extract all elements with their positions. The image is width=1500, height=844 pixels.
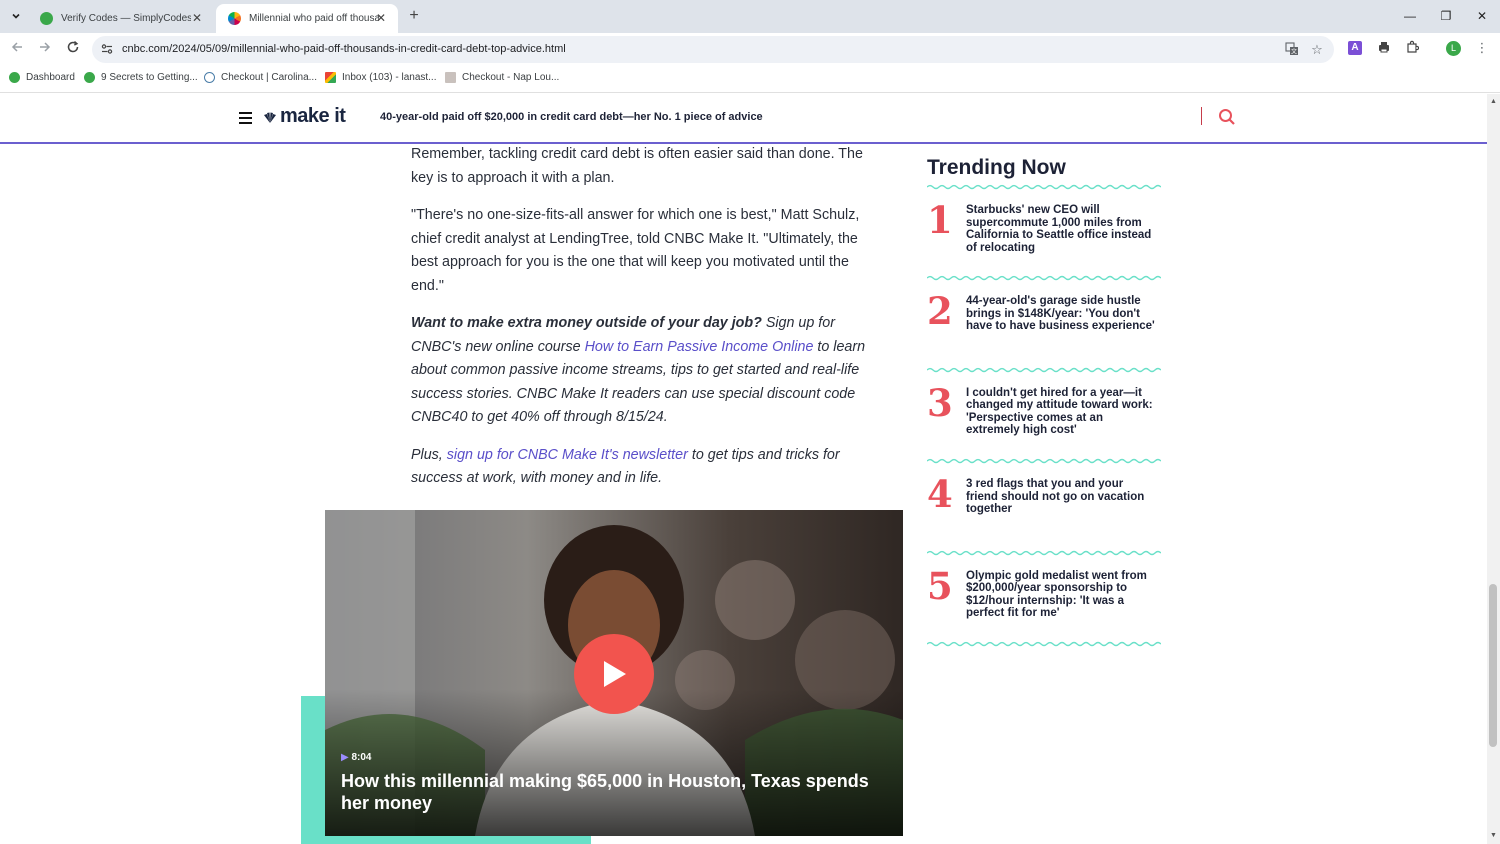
bookmark-checkout-nap[interactable]: Checkout - Nap Lou... xyxy=(445,72,559,83)
back-button[interactable] xyxy=(8,40,26,58)
tab-simplycodes[interactable]: Verify Codes — SimplyCodes ✕ xyxy=(28,4,214,33)
trending-item[interactable]: 3 I couldn't get hired for a year—it cha… xyxy=(927,373,1161,458)
simplycodes-favicon-icon xyxy=(84,72,95,83)
trending-heading: Trending Now xyxy=(927,156,1066,179)
scroll-up-arrow-icon[interactable]: ▲ xyxy=(1489,97,1498,106)
forward-button[interactable] xyxy=(36,40,54,58)
chevron-down-icon xyxy=(12,13,20,19)
extension-a-icon[interactable]: A xyxy=(1348,41,1362,55)
bookmark-checkout-carolina[interactable]: Checkout | Carolina... xyxy=(204,72,317,83)
bookmark-label: Checkout | Carolina... xyxy=(221,72,317,83)
svg-text:文: 文 xyxy=(1291,48,1297,56)
reload-icon xyxy=(67,40,79,53)
reload-button[interactable] xyxy=(64,40,82,58)
trending-headline-link[interactable]: 3 red flags that you and your friend sho… xyxy=(966,478,1158,516)
site-header: make it 40-year-old paid off $20,000 in … xyxy=(0,94,1487,144)
bookmark-label: Dashboard xyxy=(26,72,75,83)
browser-toolbar: cnbc.com/2024/05/09/millennial-who-paid-… xyxy=(0,33,1500,65)
nbc-peacock-icon xyxy=(264,112,276,123)
gmail-icon xyxy=(325,72,336,83)
close-window-button[interactable]: ✕ xyxy=(1473,8,1491,24)
address-bar[interactable]: cnbc.com/2024/05/09/millennial-who-paid-… xyxy=(92,36,1334,63)
video-duration: ▶ 8:04 xyxy=(341,752,371,763)
simplycodes-favicon-icon xyxy=(9,72,20,83)
video-player[interactable]: ▶ 8:04 How this millennial making $65,00… xyxy=(325,510,903,836)
tab-cnbc-article[interactable]: Millennial who paid off thousa ✕ xyxy=(216,4,398,33)
close-icon[interactable]: ✕ xyxy=(190,11,204,25)
promo-bold-text: Want to make extra money outside of your… xyxy=(411,315,762,331)
bookmark-label: 9 Secrets to Getting... xyxy=(101,72,198,83)
article-body: Remember, tackling credit card debt is o… xyxy=(411,143,881,505)
trending-number: 3 xyxy=(927,380,953,425)
bookmark-label: Inbox (103) - lanast... xyxy=(342,72,437,83)
cnbc-make-it-logo[interactable]: make it xyxy=(262,105,346,128)
trending-item[interactable]: 4 3 red flags that you and your friend s… xyxy=(927,464,1161,549)
newsletter-paragraph: Plus, sign up for CNBC Make It's newslet… xyxy=(411,444,881,491)
trending-headline-link[interactable]: I couldn't get hired for a year—it chang… xyxy=(966,387,1158,437)
hamburger-menu-icon[interactable] xyxy=(239,112,252,124)
tab-title: Millennial who paid off thousa xyxy=(249,13,379,24)
video-title[interactable]: How this millennial making $65,000 in Ho… xyxy=(341,770,891,814)
header-divider xyxy=(1201,107,1202,125)
play-small-icon: ▶ xyxy=(341,752,352,763)
nbc-peacock-favicon-icon xyxy=(228,12,241,25)
simplycodes-favicon-icon xyxy=(40,12,53,25)
trending-headline-link[interactable]: Olympic gold medalist went from $200,000… xyxy=(966,570,1158,620)
trending-headline-link[interactable]: Starbucks' new CEO will supercommute 1,0… xyxy=(966,204,1158,254)
minimize-button[interactable]: — xyxy=(1401,8,1419,24)
restore-button[interactable]: ❐ xyxy=(1437,8,1455,24)
page-favicon-icon xyxy=(445,72,456,83)
translate-icon[interactable]: 文 xyxy=(1284,42,1300,58)
bookmark-9-secrets[interactable]: 9 Secrets to Getting... xyxy=(84,72,198,83)
bookmark-inbox[interactable]: Inbox (103) - lanast... xyxy=(325,72,437,83)
newsletter-text: Plus, xyxy=(411,446,447,463)
article-paragraph: Remember, tackling credit card debt is o… xyxy=(411,146,863,186)
passive-income-course-link[interactable]: How to Earn Passive Income Online xyxy=(585,339,814,355)
article-paragraph: "There's no one-size-fits-all answer for… xyxy=(411,207,860,294)
bookmarks-bar: Dashboard 9 Secrets to Getting... Checko… xyxy=(0,65,1500,93)
trending-now-section: Trending Now 1 Starbucks' new CEO will s… xyxy=(927,156,1161,647)
play-button[interactable] xyxy=(574,634,654,714)
logo-text: make it xyxy=(280,105,346,127)
trending-number: 4 xyxy=(927,472,953,517)
promo-paragraph: Want to make extra money outside of your… xyxy=(411,312,881,430)
site-info-icon[interactable] xyxy=(100,42,114,56)
web-page: make it 40-year-old paid off $20,000 in … xyxy=(0,94,1487,844)
trending-number: 1 xyxy=(927,198,953,242)
bookmark-dashboard[interactable]: Dashboard xyxy=(9,72,75,83)
profile-avatar[interactable]: L xyxy=(1446,41,1461,56)
scroll-down-arrow-icon[interactable]: ▼ xyxy=(1489,831,1498,840)
tab-title: Verify Codes — SimplyCodes xyxy=(61,13,191,24)
arrow-left-icon xyxy=(11,42,22,52)
search-icon[interactable] xyxy=(1218,108,1236,126)
trending-item[interactable]: 2 44-year-old's garage side hustle bring… xyxy=(927,281,1161,366)
new-tab-button[interactable]: + xyxy=(405,7,423,25)
extension-printer-icon[interactable] xyxy=(1376,40,1392,56)
url-text: cnbc.com/2024/05/09/millennial-who-paid-… xyxy=(122,43,566,55)
video-accent-bar xyxy=(301,696,325,844)
trending-number: 5 xyxy=(927,563,953,608)
trending-item[interactable]: 5 Olympic gold medalist went from $200,0… xyxy=(927,556,1161,641)
scrollbar-thumb[interactable] xyxy=(1489,584,1497,747)
header-article-title: 40-year-old paid off $20,000 in credit c… xyxy=(380,111,763,123)
newsletter-signup-link[interactable]: sign up for CNBC Make It's newsletter xyxy=(447,447,688,463)
trending-number: 2 xyxy=(927,289,953,334)
trending-item[interactable]: 1 Starbucks' new CEO will supercommute 1… xyxy=(927,190,1161,275)
video-duration-text: 8:04 xyxy=(351,752,372,763)
wavy-divider xyxy=(927,641,1161,647)
stethoscope-favicon-icon xyxy=(204,72,215,83)
extensions-puzzle-icon[interactable] xyxy=(1404,40,1420,56)
bookmark-label: Checkout - Nap Lou... xyxy=(462,72,560,83)
bookmark-star-icon[interactable]: ☆ xyxy=(1309,42,1325,58)
close-icon[interactable]: ✕ xyxy=(374,11,388,25)
tab-strip: Verify Codes — SimplyCodes ✕ Millennial … xyxy=(0,0,1500,33)
tab-search-button[interactable] xyxy=(6,6,26,26)
arrow-right-icon xyxy=(40,42,51,52)
play-icon xyxy=(604,661,626,687)
browser-menu-kebab-icon[interactable]: ⋮ xyxy=(1474,40,1490,56)
page-scrollbar[interactable]: ▲ ▼ xyxy=(1487,94,1500,844)
trending-headline-link[interactable]: 44-year-old's garage side hustle brings … xyxy=(966,295,1158,333)
